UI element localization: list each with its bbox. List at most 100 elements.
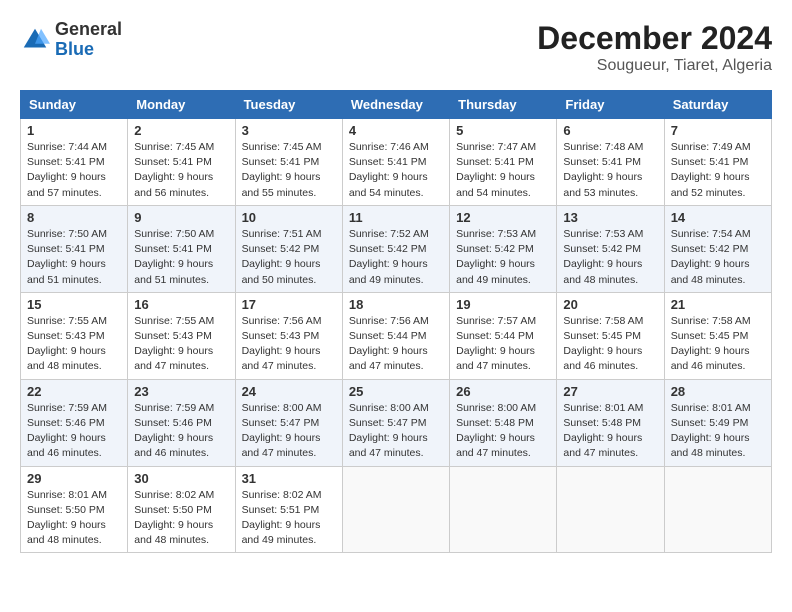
day-info: Sunrise: 7:56 AM Sunset: 5:44 PM Dayligh…	[349, 314, 443, 375]
day-number: 5	[456, 123, 550, 138]
day-header-sunday: Sunday	[21, 91, 128, 119]
logo-icon	[20, 25, 50, 55]
calendar-cell: 1 Sunrise: 7:44 AM Sunset: 5:41 PM Dayli…	[21, 119, 128, 206]
title-area: December 2024 Sougueur, Tiaret, Algeria	[537, 20, 772, 75]
day-number: 8	[27, 210, 121, 225]
day-number: 31	[242, 471, 336, 486]
calendar-week-3: 15 Sunrise: 7:55 AM Sunset: 5:43 PM Dayl…	[21, 292, 772, 379]
calendar-header-row: SundayMondayTuesdayWednesdayThursdayFrid…	[21, 91, 772, 119]
calendar-cell: 27 Sunrise: 8:01 AM Sunset: 5:48 PM Dayl…	[557, 379, 664, 466]
calendar-cell: 15 Sunrise: 7:55 AM Sunset: 5:43 PM Dayl…	[21, 292, 128, 379]
calendar-week-2: 8 Sunrise: 7:50 AM Sunset: 5:41 PM Dayli…	[21, 205, 772, 292]
day-number: 24	[242, 384, 336, 399]
calendar-cell: 29 Sunrise: 8:01 AM Sunset: 5:50 PM Dayl…	[21, 466, 128, 553]
day-info: Sunrise: 8:01 AM Sunset: 5:50 PM Dayligh…	[27, 488, 121, 549]
day-number: 26	[456, 384, 550, 399]
calendar-cell: 13 Sunrise: 7:53 AM Sunset: 5:42 PM Dayl…	[557, 205, 664, 292]
calendar-cell: 24 Sunrise: 8:00 AM Sunset: 5:47 PM Dayl…	[235, 379, 342, 466]
calendar-cell: 26 Sunrise: 8:00 AM Sunset: 5:48 PM Dayl…	[450, 379, 557, 466]
day-info: Sunrise: 8:00 AM Sunset: 5:48 PM Dayligh…	[456, 401, 550, 462]
calendar-cell: 12 Sunrise: 7:53 AM Sunset: 5:42 PM Dayl…	[450, 205, 557, 292]
calendar-cell: 9 Sunrise: 7:50 AM Sunset: 5:41 PM Dayli…	[128, 205, 235, 292]
day-info: Sunrise: 7:47 AM Sunset: 5:41 PM Dayligh…	[456, 140, 550, 201]
calendar-week-4: 22 Sunrise: 7:59 AM Sunset: 5:46 PM Dayl…	[21, 379, 772, 466]
day-info: Sunrise: 7:44 AM Sunset: 5:41 PM Dayligh…	[27, 140, 121, 201]
location-subtitle: Sougueur, Tiaret, Algeria	[537, 57, 772, 75]
page-header: General Blue December 2024 Sougueur, Tia…	[20, 20, 772, 75]
calendar-cell: 23 Sunrise: 7:59 AM Sunset: 5:46 PM Dayl…	[128, 379, 235, 466]
calendar-cell: 30 Sunrise: 8:02 AM Sunset: 5:50 PM Dayl…	[128, 466, 235, 553]
calendar-cell: 14 Sunrise: 7:54 AM Sunset: 5:42 PM Dayl…	[664, 205, 771, 292]
day-number: 11	[349, 210, 443, 225]
day-info: Sunrise: 7:54 AM Sunset: 5:42 PM Dayligh…	[671, 227, 765, 288]
day-info: Sunrise: 7:51 AM Sunset: 5:42 PM Dayligh…	[242, 227, 336, 288]
logo-text-blue: Blue	[55, 39, 94, 59]
day-number: 13	[563, 210, 657, 225]
day-number: 30	[134, 471, 228, 486]
calendar-cell: 21 Sunrise: 7:58 AM Sunset: 5:45 PM Dayl…	[664, 292, 771, 379]
day-number: 18	[349, 297, 443, 312]
day-info: Sunrise: 7:48 AM Sunset: 5:41 PM Dayligh…	[563, 140, 657, 201]
calendar-week-1: 1 Sunrise: 7:44 AM Sunset: 5:41 PM Dayli…	[21, 119, 772, 206]
day-info: Sunrise: 8:01 AM Sunset: 5:48 PM Dayligh…	[563, 401, 657, 462]
day-number: 20	[563, 297, 657, 312]
day-number: 16	[134, 297, 228, 312]
day-info: Sunrise: 7:57 AM Sunset: 5:44 PM Dayligh…	[456, 314, 550, 375]
logo-text-general: General	[55, 19, 122, 39]
calendar-week-5: 29 Sunrise: 8:01 AM Sunset: 5:50 PM Dayl…	[21, 466, 772, 553]
day-info: Sunrise: 8:02 AM Sunset: 5:50 PM Dayligh…	[134, 488, 228, 549]
day-info: Sunrise: 7:46 AM Sunset: 5:41 PM Dayligh…	[349, 140, 443, 201]
day-info: Sunrise: 7:58 AM Sunset: 5:45 PM Dayligh…	[563, 314, 657, 375]
day-number: 12	[456, 210, 550, 225]
day-number: 25	[349, 384, 443, 399]
calendar-cell: 11 Sunrise: 7:52 AM Sunset: 5:42 PM Dayl…	[342, 205, 449, 292]
calendar-cell: 7 Sunrise: 7:49 AM Sunset: 5:41 PM Dayli…	[664, 119, 771, 206]
day-number: 6	[563, 123, 657, 138]
day-info: Sunrise: 8:01 AM Sunset: 5:49 PM Dayligh…	[671, 401, 765, 462]
day-info: Sunrise: 7:55 AM Sunset: 5:43 PM Dayligh…	[134, 314, 228, 375]
day-info: Sunrise: 7:45 AM Sunset: 5:41 PM Dayligh…	[134, 140, 228, 201]
day-number: 2	[134, 123, 228, 138]
day-number: 4	[349, 123, 443, 138]
day-number: 10	[242, 210, 336, 225]
day-header-saturday: Saturday	[664, 91, 771, 119]
day-info: Sunrise: 8:00 AM Sunset: 5:47 PM Dayligh…	[349, 401, 443, 462]
day-number: 19	[456, 297, 550, 312]
day-info: Sunrise: 7:50 AM Sunset: 5:41 PM Dayligh…	[27, 227, 121, 288]
day-number: 28	[671, 384, 765, 399]
calendar-cell: 5 Sunrise: 7:47 AM Sunset: 5:41 PM Dayli…	[450, 119, 557, 206]
day-info: Sunrise: 7:53 AM Sunset: 5:42 PM Dayligh…	[563, 227, 657, 288]
calendar-cell: 10 Sunrise: 7:51 AM Sunset: 5:42 PM Dayl…	[235, 205, 342, 292]
calendar-cell	[450, 466, 557, 553]
calendar-cell: 17 Sunrise: 7:56 AM Sunset: 5:43 PM Dayl…	[235, 292, 342, 379]
calendar-cell: 2 Sunrise: 7:45 AM Sunset: 5:41 PM Dayli…	[128, 119, 235, 206]
day-info: Sunrise: 7:56 AM Sunset: 5:43 PM Dayligh…	[242, 314, 336, 375]
calendar-cell: 19 Sunrise: 7:57 AM Sunset: 5:44 PM Dayl…	[450, 292, 557, 379]
day-header-thursday: Thursday	[450, 91, 557, 119]
day-info: Sunrise: 7:58 AM Sunset: 5:45 PM Dayligh…	[671, 314, 765, 375]
calendar-cell: 3 Sunrise: 7:45 AM Sunset: 5:41 PM Dayli…	[235, 119, 342, 206]
day-header-tuesday: Tuesday	[235, 91, 342, 119]
day-info: Sunrise: 7:59 AM Sunset: 5:46 PM Dayligh…	[134, 401, 228, 462]
calendar-cell: 22 Sunrise: 7:59 AM Sunset: 5:46 PM Dayl…	[21, 379, 128, 466]
day-header-monday: Monday	[128, 91, 235, 119]
calendar-cell: 25 Sunrise: 8:00 AM Sunset: 5:47 PM Dayl…	[342, 379, 449, 466]
calendar-cell: 18 Sunrise: 7:56 AM Sunset: 5:44 PM Dayl…	[342, 292, 449, 379]
day-number: 14	[671, 210, 765, 225]
calendar-cell	[342, 466, 449, 553]
calendar-cell: 31 Sunrise: 8:02 AM Sunset: 5:51 PM Dayl…	[235, 466, 342, 553]
day-info: Sunrise: 7:45 AM Sunset: 5:41 PM Dayligh…	[242, 140, 336, 201]
calendar-table: SundayMondayTuesdayWednesdayThursdayFrid…	[20, 90, 772, 553]
day-info: Sunrise: 7:59 AM Sunset: 5:46 PM Dayligh…	[27, 401, 121, 462]
calendar-cell: 20 Sunrise: 7:58 AM Sunset: 5:45 PM Dayl…	[557, 292, 664, 379]
logo: General Blue	[20, 20, 122, 60]
day-number: 17	[242, 297, 336, 312]
day-number: 29	[27, 471, 121, 486]
day-number: 22	[27, 384, 121, 399]
day-number: 15	[27, 297, 121, 312]
calendar-cell	[557, 466, 664, 553]
day-header-wednesday: Wednesday	[342, 91, 449, 119]
calendar-cell: 6 Sunrise: 7:48 AM Sunset: 5:41 PM Dayli…	[557, 119, 664, 206]
day-info: Sunrise: 8:00 AM Sunset: 5:47 PM Dayligh…	[242, 401, 336, 462]
day-number: 9	[134, 210, 228, 225]
